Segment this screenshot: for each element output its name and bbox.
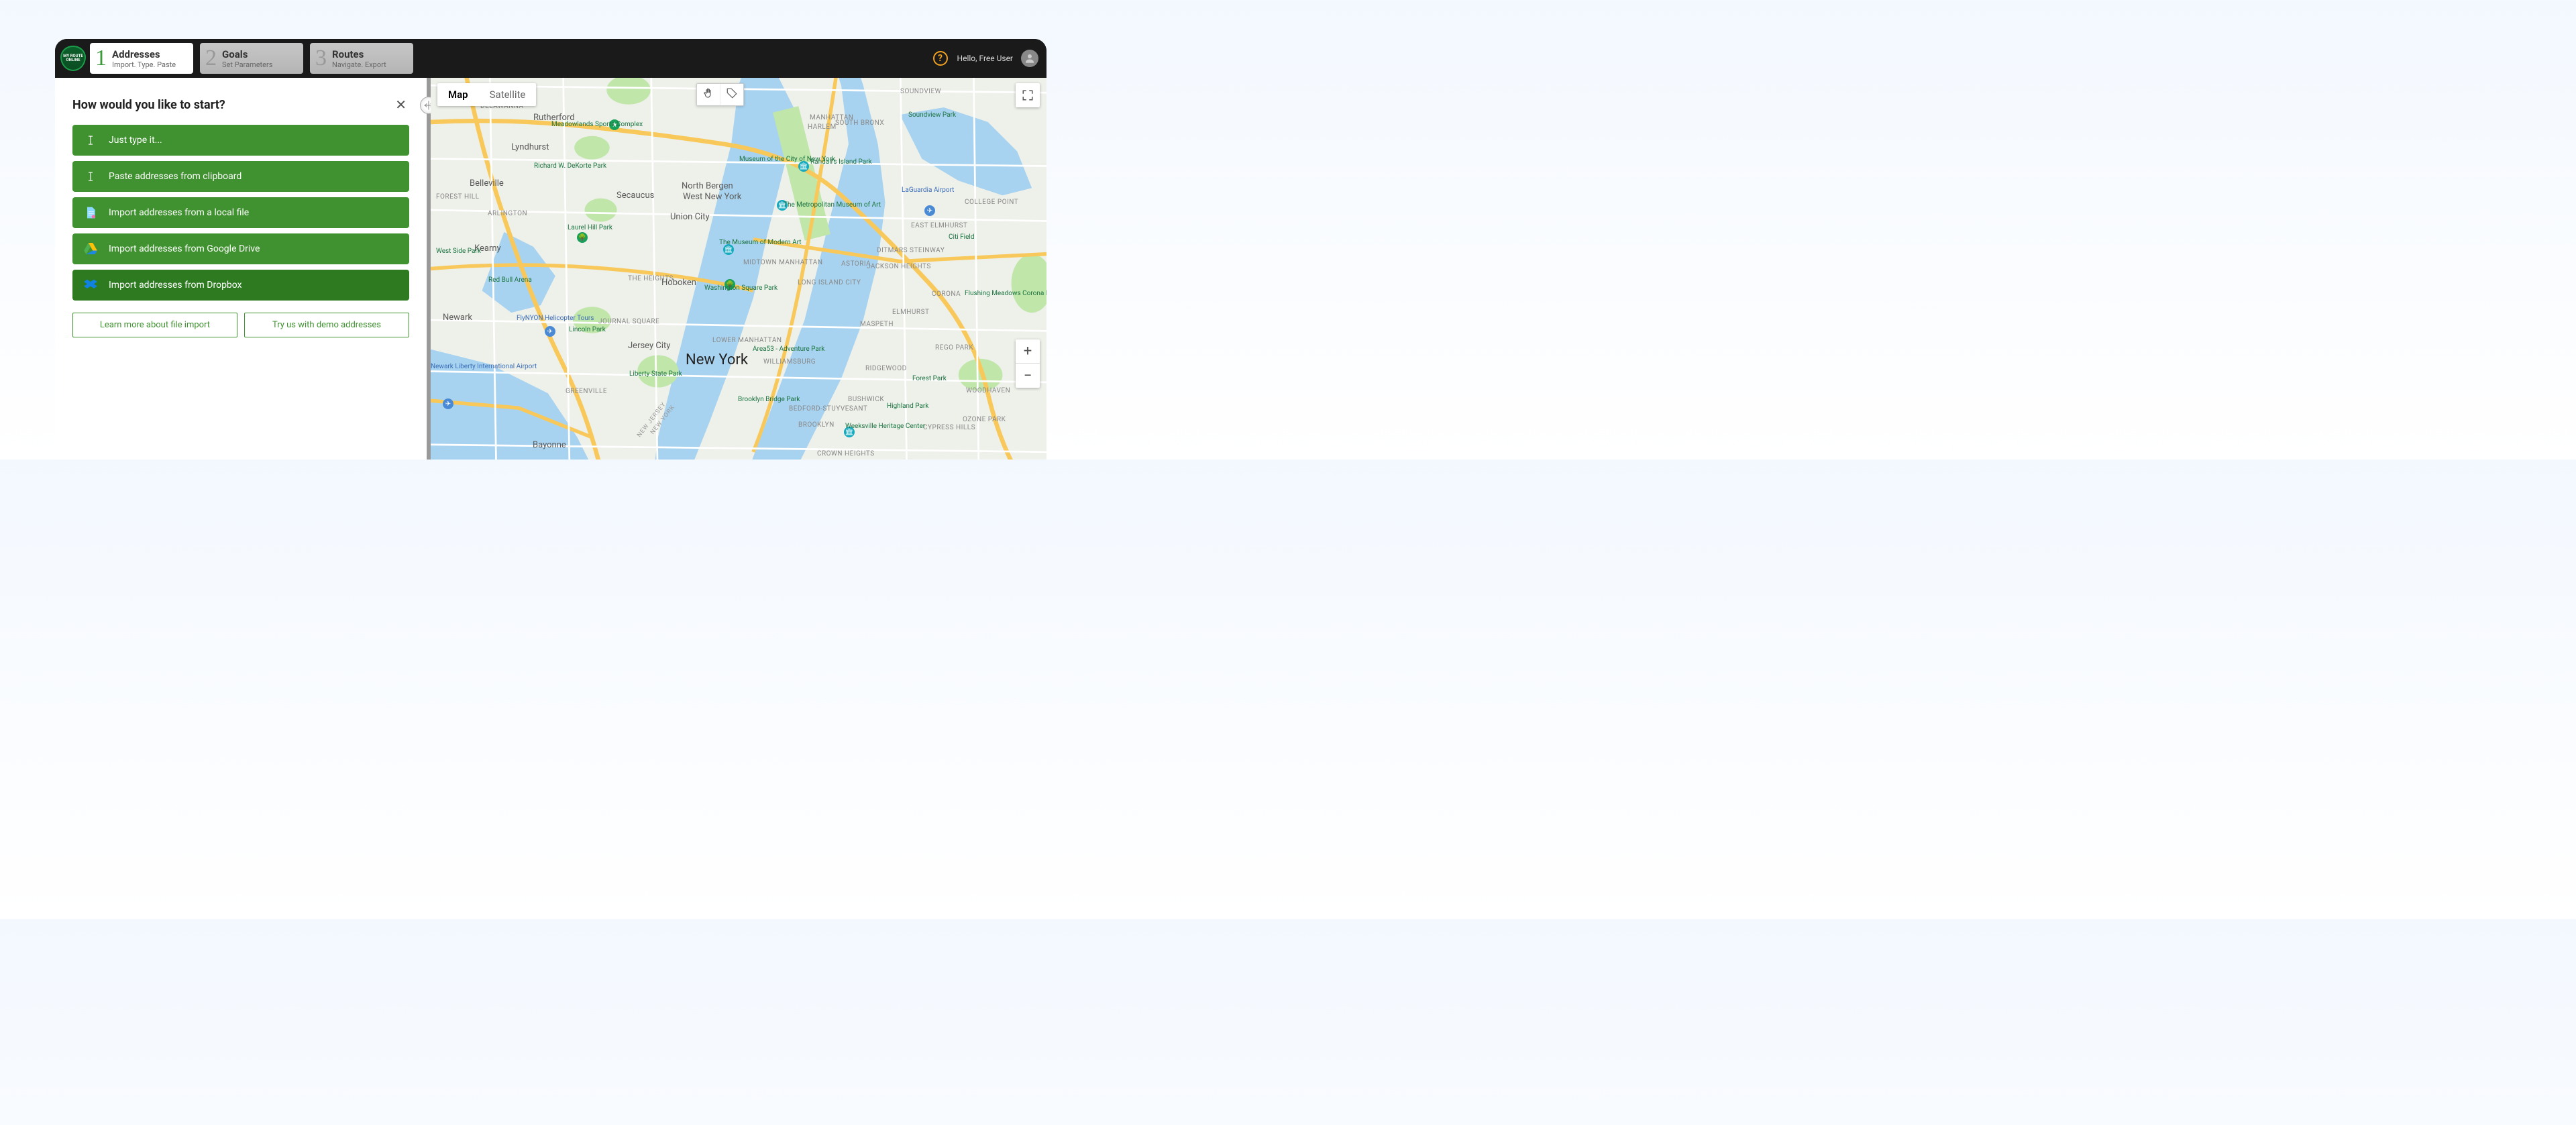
header-bar: MY ROUTE ONLINE 1 Addresses Import. Type… (55, 39, 1046, 78)
step-title: Goals (222, 48, 272, 60)
step-number: 2 (205, 47, 217, 70)
airport-pin[interactable]: ✈ (443, 398, 453, 409)
logo[interactable]: MY ROUTE ONLINE (60, 46, 86, 71)
map-type-tabs: Map Satellite (437, 83, 536, 106)
cursor-icon (83, 133, 98, 148)
poi-pin[interactable]: 🌳 (577, 232, 588, 243)
poi-pin[interactable]: 🌳 (724, 279, 735, 290)
sidebar: How would you like to start? ✕ Just type… (55, 78, 427, 460)
poi-pin[interactable]: 🏛 (723, 244, 734, 255)
logo-text: MY ROUTE ONLINE (62, 54, 85, 62)
zoom-out-button[interactable]: − (1016, 364, 1040, 388)
step-tab-routes[interactable]: 3 Routes Navigate. Export (310, 43, 413, 74)
poi-pin[interactable]: 🏛 (844, 427, 855, 437)
step-tabs: 1 Addresses Import. Type. Paste 2 Goals … (90, 43, 413, 74)
zoom-in-button[interactable]: + (1016, 339, 1040, 364)
user-greeting: Hello, Free User (957, 54, 1013, 63)
tag-tool-icon[interactable] (720, 84, 743, 105)
step-title: Addresses (112, 48, 176, 60)
option-label: Import addresses from a local file (109, 207, 249, 218)
option-type-it[interactable]: Just type it... (72, 125, 409, 156)
map-tab-map[interactable]: Map (437, 83, 479, 106)
google-drive-icon (83, 242, 98, 256)
option-paste-clipboard[interactable]: Paste addresses from clipboard (72, 161, 409, 192)
step-tab-goals[interactable]: 2 Goals Set Parameters (200, 43, 303, 74)
map-tab-satellite[interactable]: Satellite (479, 83, 537, 106)
option-label: Import addresses from Dropbox (109, 280, 242, 290)
airport-pin[interactable]: ✈ (545, 326, 555, 337)
step-subtitle: Set Parameters (222, 60, 272, 69)
map[interactable]: ★ 🌳 🌳 🏛 🏛 🏛 ✈ ✈ ✈ 🏛 New YorkJersey CityH… (431, 78, 1046, 460)
poi-pin[interactable]: 🏛 (798, 161, 809, 172)
option-label: Paste addresses from clipboard (109, 171, 241, 182)
sidebar-title: How would you like to start? (72, 98, 225, 112)
poi-pin[interactable]: ★ (609, 119, 620, 130)
option-import-google-drive[interactable]: Import addresses from Google Drive (72, 233, 409, 264)
poi-pin[interactable]: 🏛 (777, 200, 788, 211)
demo-addresses-button[interactable]: Try us with demo addresses (244, 313, 409, 337)
airport-pin[interactable]: ✈ (924, 205, 935, 216)
step-subtitle: Import. Type. Paste (112, 60, 176, 69)
fullscreen-icon[interactable] (1016, 83, 1040, 107)
file-icon (83, 205, 98, 220)
close-icon[interactable]: ✕ (392, 94, 409, 115)
hand-tool-icon[interactable] (697, 84, 720, 105)
step-number: 1 (95, 47, 107, 70)
help-icon[interactable]: ? (933, 51, 948, 66)
learn-more-button[interactable]: Learn more about file import (72, 313, 237, 337)
dropbox-icon (83, 278, 98, 292)
option-label: Import addresses from Google Drive (109, 244, 260, 254)
step-number: 3 (315, 47, 327, 70)
option-import-dropbox[interactable]: Import addresses from Dropbox (72, 270, 409, 301)
step-tab-addresses[interactable]: 1 Addresses Import. Type. Paste (90, 43, 193, 74)
user-avatar-icon[interactable] (1021, 50, 1038, 67)
option-import-local-file[interactable]: Import addresses from a local file (72, 197, 409, 228)
option-label: Just type it... (109, 135, 162, 146)
step-title: Routes (332, 48, 386, 60)
step-subtitle: Navigate. Export (332, 60, 386, 69)
map-tools (696, 83, 744, 106)
zoom-controls: + − (1016, 339, 1040, 388)
cursor-icon (83, 169, 98, 184)
